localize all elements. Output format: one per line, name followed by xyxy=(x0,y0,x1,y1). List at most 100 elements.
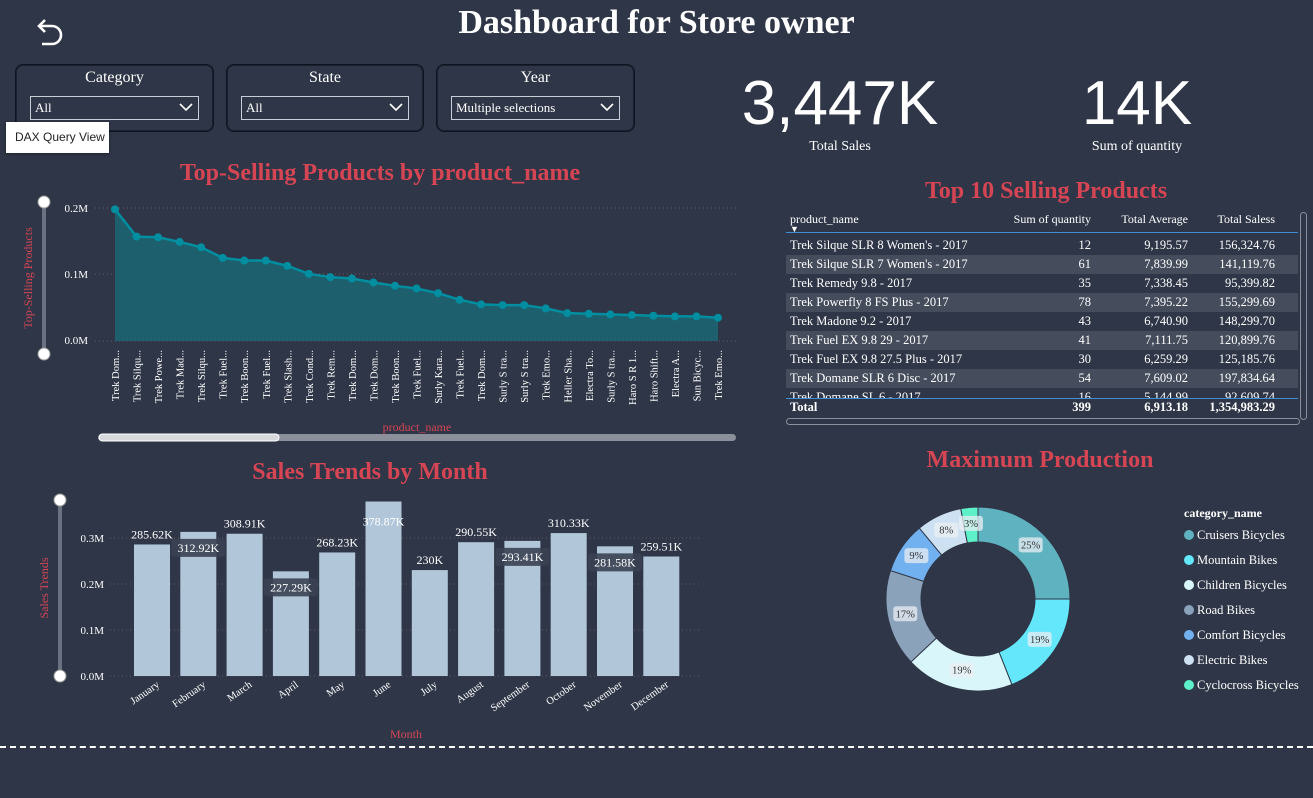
data-point[interactable] xyxy=(347,274,356,283)
zoom-slider-handle-bottom[interactable] xyxy=(53,669,67,683)
table-row[interactable]: Trek Silque SLR 7 Women's - 2017 61 7,839.… xyxy=(786,255,1298,274)
data-label: 293.41K xyxy=(502,550,544,564)
bar[interactable] xyxy=(134,544,170,676)
x-tick-label: April xyxy=(276,679,301,701)
table-horizontal-scrollbar[interactable] xyxy=(786,418,1300,425)
data-label: 268.23K xyxy=(316,535,358,549)
y-tick: 0.0M xyxy=(64,335,88,347)
slicer-value: Multiple selections xyxy=(456,100,556,115)
data-point[interactable] xyxy=(627,311,636,320)
data-point[interactable] xyxy=(649,311,658,320)
zoom-slider-handle-top[interactable] xyxy=(53,493,67,507)
x-tick-label: August xyxy=(455,679,486,705)
data-point[interactable] xyxy=(132,232,141,241)
table-cell: Trek Silque SLR 8 Women's - 2017 xyxy=(790,238,968,252)
state-dropdown[interactable]: All xyxy=(241,96,409,120)
table-vertical-scrollbar[interactable] xyxy=(1300,212,1307,420)
table-row[interactable]: Trek Domane SLR 6 Disc - 2017 54 7,609.02 1… xyxy=(786,369,1298,388)
data-point[interactable] xyxy=(261,256,270,265)
data-point[interactable] xyxy=(240,256,249,265)
table-cell: Trek Fuel EX 9.8 27.5 Plus - 2017 xyxy=(790,352,963,366)
back-arrow-icon[interactable] xyxy=(30,14,66,50)
slicer-label: State xyxy=(309,69,341,86)
data-point[interactable] xyxy=(584,309,593,318)
legend-label: Road Bikes xyxy=(1197,603,1255,617)
table-row[interactable]: Trek Fuel EX 9.8 27.5 Plus - 2017 30 6,259… xyxy=(786,350,1298,369)
table-cell: 125,185.76 xyxy=(1218,352,1275,366)
legend-title: category_name xyxy=(1184,506,1262,520)
zoom-slider-handle-top[interactable] xyxy=(37,195,51,209)
data-point[interactable] xyxy=(670,312,679,321)
bar[interactable] xyxy=(319,552,356,676)
data-point[interactable] xyxy=(498,301,507,310)
data-point[interactable] xyxy=(477,300,486,309)
legend-item[interactable]: Road Bikes xyxy=(1184,600,1255,620)
data-point[interactable] xyxy=(111,205,119,214)
table-row[interactable]: Trek Remedy 9.8 - 2017 35 7,338.45 95,399.8… xyxy=(786,274,1298,293)
data-point[interactable] xyxy=(714,313,722,322)
data-point[interactable] xyxy=(154,233,163,242)
data-point[interactable] xyxy=(563,309,572,318)
table-cell: 120,899.76 xyxy=(1218,333,1275,347)
col-header-quantity[interactable]: Sum of quantity xyxy=(1014,210,1091,229)
bar[interactable] xyxy=(550,533,587,676)
data-point[interactable] xyxy=(390,281,399,290)
bar[interactable] xyxy=(226,533,263,676)
x-tick-label: Electra A... xyxy=(671,350,682,397)
data-point[interactable] xyxy=(326,273,335,282)
data-point[interactable] xyxy=(197,243,206,252)
x-tick-label: Sun Bicyc... xyxy=(692,350,703,401)
legend-item[interactable]: Cyclocross Bicycles xyxy=(1184,675,1299,695)
col-header-product[interactable]: product_name xyxy=(790,210,859,229)
total-sales: 1,354,983.29 xyxy=(1209,400,1275,414)
table-row[interactable]: Trek Madone 9.2 - 2017 43 6,740.90 148,299.… xyxy=(786,312,1298,331)
table-row[interactable]: Trek Silque SLR 8 Women's - 2017 12 9,195.… xyxy=(786,236,1298,255)
legend-item[interactable]: Comfort Bicycles xyxy=(1184,625,1286,645)
legend-marker xyxy=(1184,580,1194,590)
data-point[interactable] xyxy=(455,295,464,304)
table-row[interactable]: Trek Fuel EX 9.8 29 - 2017 41 7,111.75 120,… xyxy=(786,331,1298,350)
legend-marker xyxy=(1184,530,1194,540)
data-point[interactable] xyxy=(692,312,701,321)
col-header-average[interactable]: Total Average xyxy=(1121,210,1188,229)
top-selling-chart-title: Top-Selling Products by product_name xyxy=(179,160,581,186)
data-point[interactable] xyxy=(520,301,529,310)
x-tick-label: Haro S R 1... xyxy=(628,350,639,405)
table-row[interactable]: Trek Powerfly 8 FS Plus - 2017 78 7,395.22… xyxy=(786,293,1298,312)
col-header-sales[interactable]: Total Saless xyxy=(1218,210,1276,229)
data-point[interactable] xyxy=(434,289,443,298)
legend-item[interactable]: Cruisers Bicycles xyxy=(1184,525,1285,545)
legend-item[interactable]: Mountain Bikes xyxy=(1184,550,1277,570)
table-cell: 148,299.70 xyxy=(1218,314,1275,328)
data-point[interactable] xyxy=(606,310,615,319)
donut-slice[interactable] xyxy=(977,506,1071,600)
data-point[interactable] xyxy=(283,261,292,270)
bar[interactable] xyxy=(458,542,495,676)
chevron-down-icon xyxy=(600,103,614,112)
table-cell: 12 xyxy=(1078,238,1092,252)
zoom-slider-handle-bottom[interactable] xyxy=(37,347,51,361)
data-point[interactable] xyxy=(175,237,184,246)
table-cell: 54 xyxy=(1078,371,1092,385)
legend-item[interactable]: Electric Bikes xyxy=(1184,650,1267,670)
category-dropdown[interactable]: All xyxy=(30,96,199,120)
bar[interactable] xyxy=(643,556,680,676)
data-label: 230K xyxy=(416,553,443,567)
table-cell: 43 xyxy=(1078,314,1092,328)
legend-marker xyxy=(1184,555,1194,565)
legend-marker xyxy=(1184,655,1194,665)
y-tick: 0.1M xyxy=(80,625,104,637)
data-point[interactable] xyxy=(412,284,421,293)
x-tick-label: Trek Silqu... xyxy=(133,350,144,402)
data-point[interactable] xyxy=(304,269,313,278)
x-tick-label: Surly S tra... xyxy=(499,350,510,403)
slice-label: 9% xyxy=(909,551,923,562)
year-dropdown[interactable]: Multiple selections xyxy=(451,96,620,120)
data-point[interactable] xyxy=(541,304,550,313)
bar[interactable] xyxy=(411,570,448,676)
horizontal-scrollbar-thumb[interactable] xyxy=(98,433,280,442)
legend-item[interactable]: Children Bicycles xyxy=(1184,575,1287,595)
data-point[interactable] xyxy=(218,253,227,262)
data-point[interactable] xyxy=(369,278,378,287)
y-tick: 0.2M xyxy=(64,203,88,215)
